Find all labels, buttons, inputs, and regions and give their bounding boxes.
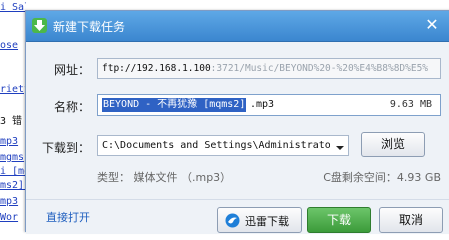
dialog-title: 新建下载任务: [53, 20, 126, 34]
direct-open-link[interactable]: 直接打开: [46, 209, 90, 225]
browse-button[interactable]: 浏览: [361, 132, 425, 157]
bg-text-5: 3 错: [0, 116, 23, 127]
bg-link-4[interactable]: riety: [0, 84, 26, 96]
file-size: 9.63 MB: [389, 99, 432, 110]
url-value-host: ftp://192.168.1.100: [102, 63, 211, 74]
new-download-dialog: 新建下载任务 ✕ 网址： ftp://192.168.1.100:3721/Mu…: [25, 10, 449, 234]
filename-field[interactable]: BEYOND - 不再犹豫 [mqms2] .mp3 9.63 MB: [97, 94, 441, 116]
download-button[interactable]: 下载: [307, 207, 371, 233]
bg-link-10[interactable]: mp3: [0, 196, 18, 208]
bg-link-9[interactable]: ms2].: [0, 180, 26, 192]
xunlei-download-button[interactable]: 迅雷下载: [217, 207, 302, 233]
bg-link-11[interactable]: Wor: [0, 212, 18, 224]
filename-selected-text: BEYOND - 不再犹豫 [mqms2]: [102, 98, 247, 112]
url-value-path: :3721/Music/BEYOND%20-%20%E4%B8%8D%E5%: [210, 63, 429, 74]
green-down-arrow-icon: [32, 18, 47, 33]
background-page: i Salv ose riety 3 错 mp3 mgms i [mq ms2]…: [0, 0, 26, 226]
free-space-info: C盘剩余空间：4.93 GB: [323, 171, 441, 184]
xunlei-download-label: 迅雷下载: [245, 215, 289, 228]
chevron-down-icon[interactable]: [334, 139, 346, 152]
bg-link-0[interactable]: i Salv: [0, 2, 26, 14]
url-field[interactable]: ftp://192.168.1.100:3721/Music/BEYOND%20…: [97, 58, 441, 79]
file-type-info: 类型： 媒体文件 （.mp3）: [97, 171, 232, 184]
close-icon[interactable]: ✕: [422, 15, 442, 35]
dialog-titlebar[interactable]: 新建下载任务 ✕: [26, 11, 449, 42]
name-label: 名称：: [53, 100, 90, 114]
save-directory-value: C:\Documents and Settings\Administrator\: [102, 140, 330, 151]
xunlei-bird-icon: [225, 213, 240, 228]
save-directory-select[interactable]: C:\Documents and Settings\Administrator\: [97, 135, 349, 156]
url-label: 网址：: [53, 63, 90, 77]
bg-link-8[interactable]: i [mq: [0, 166, 26, 178]
bg-link-7[interactable]: mgms: [0, 152, 24, 164]
save-to-label: 下载到：: [41, 141, 90, 155]
bg-link-6[interactable]: mp3: [0, 136, 18, 148]
cancel-button[interactable]: 取消: [379, 207, 443, 233]
bg-link-1[interactable]: ose: [0, 40, 18, 52]
filename-extension: .mp3: [250, 99, 275, 110]
